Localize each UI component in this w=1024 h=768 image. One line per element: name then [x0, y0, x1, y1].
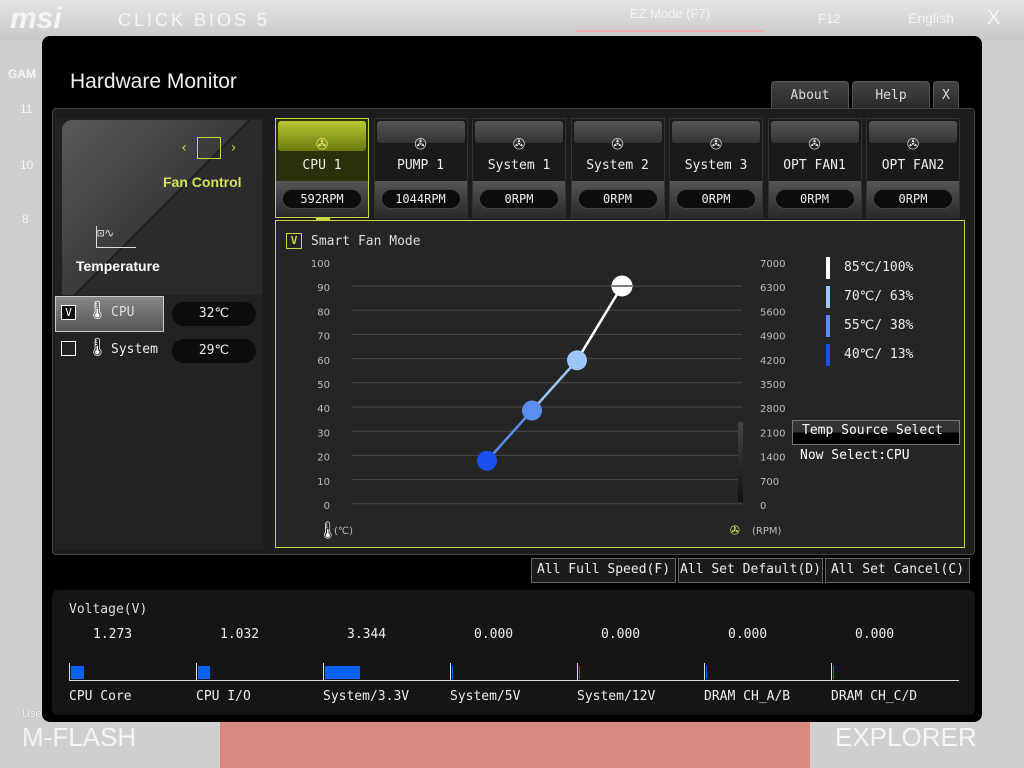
y-tick-left: 20	[317, 453, 330, 464]
voltage-label: CPU Core	[69, 689, 132, 704]
y-tick-right: 6300	[760, 283, 785, 294]
all-set-default-button[interactable]: All Set Default(D)	[678, 558, 823, 583]
voltage-bar	[831, 663, 951, 680]
voltage-value: 0.000	[601, 627, 641, 642]
y-tick-left: 10	[317, 477, 330, 488]
voltage-value: 3.344	[347, 627, 387, 642]
temp-source-current: Now Select:CPU	[800, 448, 910, 463]
voltage-bar	[450, 663, 570, 680]
legend-swatch	[826, 315, 830, 337]
curve-segment	[531, 359, 578, 412]
y-tick-right: 3500	[760, 380, 785, 391]
y-tick-right: 4200	[760, 356, 785, 367]
voltage-value: 1.273	[93, 627, 133, 642]
y-tick-right: 7000	[760, 259, 785, 270]
voltage-bar	[196, 663, 316, 680]
curve-segment	[575, 285, 624, 361]
voltage-bar-fill	[833, 666, 835, 679]
voltage-bar-fill	[579, 666, 581, 679]
y-tick-left: 60	[317, 356, 330, 367]
voltage-value: 0.000	[728, 627, 768, 642]
legend-label: 70℃/ 63%	[844, 289, 914, 304]
voltage-bar	[323, 663, 443, 680]
y-tick-left: 80	[317, 307, 330, 318]
voltage-label: System/12V	[577, 689, 656, 704]
legend-swatch	[826, 286, 830, 308]
voltage-bar-fill	[325, 666, 361, 679]
curve-point[interactable]	[522, 400, 542, 421]
y-tick-left: 30	[317, 428, 330, 439]
y-tick-right: 700	[760, 477, 779, 488]
y-tick-right: 4900	[760, 332, 785, 343]
voltage-value: 1.032	[220, 627, 260, 642]
y-tick-right: 1400	[760, 453, 785, 464]
legend-label: 40℃/ 13%	[844, 347, 914, 362]
x-axis-label: (℃)	[334, 526, 354, 537]
voltage-label: CPU I/O	[196, 689, 251, 704]
curve-segment	[486, 409, 533, 462]
legend-label: 55℃/ 38%	[844, 318, 914, 333]
current-rpm-slider[interactable]	[738, 422, 743, 502]
all-full-speed-button[interactable]: All Full Speed(F)	[531, 558, 676, 583]
curve-point[interactable]	[567, 350, 587, 371]
y-tick-right: 5600	[760, 307, 785, 318]
voltage-bar	[704, 663, 824, 680]
y-tick-right: 0	[760, 501, 766, 512]
all-set-cancel-button[interactable]: All Set Cancel(C)	[825, 558, 970, 583]
voltage-bar	[577, 663, 697, 680]
voltage-bar-fill	[706, 666, 708, 679]
voltage-bar-fill	[71, 666, 84, 679]
legend-label: 85℃/100%	[844, 260, 914, 275]
y-tick-right: 2800	[760, 404, 785, 415]
y-tick-left: 0	[324, 501, 330, 512]
voltage-title: Voltage(V)	[69, 602, 148, 617]
voltage-bar	[69, 663, 189, 680]
y-tick-left: 70	[317, 332, 330, 343]
voltage-baseline	[69, 680, 959, 681]
y-tick-left: 100	[311, 259, 330, 270]
temp-source-select-button[interactable]: Temp Source Select	[792, 420, 960, 445]
y-tick-left: 90	[317, 283, 330, 294]
y-tick-left: 40	[317, 404, 330, 415]
legend-swatch	[826, 344, 830, 366]
voltage-label: System/5V	[450, 689, 521, 704]
curve-point[interactable]	[477, 450, 497, 471]
voltage-value: 0.000	[474, 627, 514, 642]
voltage-label: DRAM CH_A/B	[704, 689, 791, 704]
voltage-value: 0.000	[855, 627, 895, 642]
y-tick-right: 2100	[760, 428, 785, 439]
voltage-bar-fill	[198, 666, 210, 679]
voltage-label: System/3.3V	[323, 689, 410, 704]
y-tick-left: 50	[317, 380, 330, 391]
fan-icon: ✇	[730, 520, 740, 539]
rpm-axis-label: (RPM)	[752, 526, 782, 537]
voltage-bar-fill	[452, 666, 454, 679]
legend-swatch	[826, 257, 830, 279]
voltage-label: DRAM CH_C/D	[831, 689, 918, 704]
